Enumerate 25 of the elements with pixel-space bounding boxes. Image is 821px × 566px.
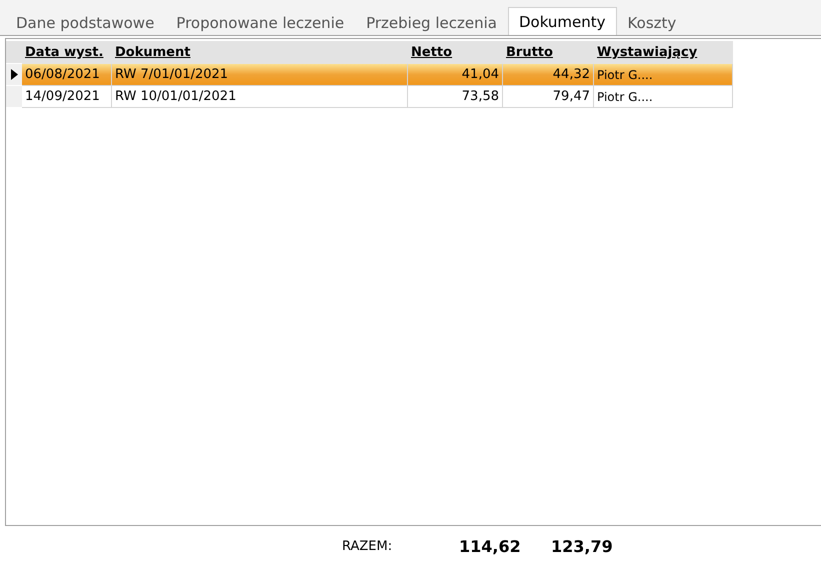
tab[interactable]: Dokumenty — [508, 7, 617, 35]
column-header[interactable]: Wystawiający — [594, 41, 733, 64]
row-header[interactable] — [6, 64, 22, 86]
total-value: 123,79 — [551, 536, 614, 556]
table-cell: 73,58 — [408, 86, 503, 108]
tab[interactable]: Proponowane leczenie — [165, 10, 356, 35]
total-label: RAZEM: — [342, 538, 394, 554]
column-header[interactable]: Netto — [408, 41, 503, 64]
table-cell: 79,47 — [503, 86, 594, 108]
column-header[interactable]: Dokument — [112, 41, 408, 64]
column-header[interactable]: Data wyst. — [22, 41, 112, 64]
table-cell: 44,32 — [503, 64, 594, 86]
tab[interactable]: Koszty — [616, 10, 688, 35]
tab[interactable]: Przebieg leczenia — [355, 10, 508, 35]
table-cell: RW 7/01/01/2021 — [112, 64, 408, 86]
tab[interactable]: Dane podstawowe — [5, 10, 166, 35]
table-cell: 41,04 — [408, 64, 503, 86]
table-cell: Piotr G.... — [594, 64, 733, 86]
table-cell: 14/09/2021 — [22, 86, 112, 108]
column-header[interactable]: Brutto — [503, 41, 594, 64]
total-value: 114,62 — [459, 536, 522, 556]
row-header — [6, 41, 22, 64]
table-cell: 06/08/2021 — [22, 64, 112, 86]
table-cell: RW 10/01/01/2021 — [112, 86, 408, 108]
table-cell: Piotr G.... — [594, 86, 733, 108]
